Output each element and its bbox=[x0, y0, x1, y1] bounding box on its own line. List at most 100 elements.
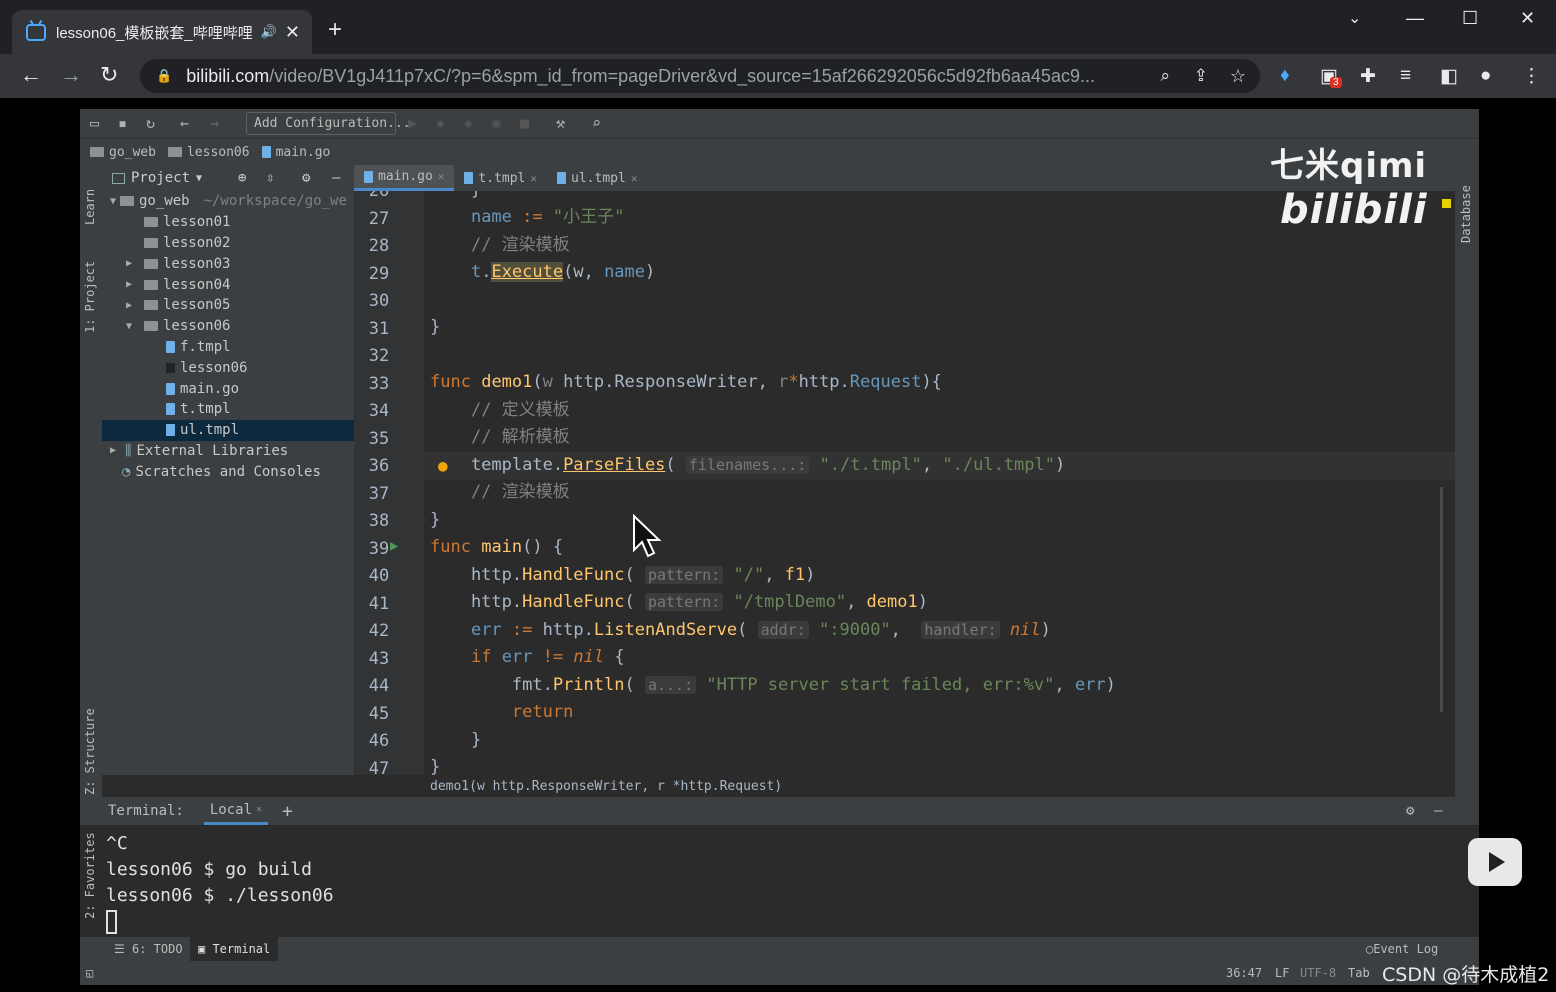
bilibili-play-icon[interactable] bbox=[1468, 838, 1522, 886]
line-separator[interactable]: LF bbox=[1275, 966, 1289, 980]
zoom-icon[interactable]: ⌕ bbox=[1160, 66, 1170, 86]
open-folder-icon[interactable]: ▭ bbox=[90, 114, 99, 132]
profile-icon[interactable]: ◉ bbox=[492, 114, 501, 132]
encoding[interactable]: UTF-8 bbox=[1300, 966, 1336, 980]
reload-icon[interactable]: ↻ bbox=[100, 62, 118, 88]
tree-item[interactable]: ▶ lesson03 bbox=[102, 253, 354, 274]
terminal-caret bbox=[106, 909, 334, 935]
terminal-panel[interactable]: Terminal: Local ✕ + ⚙ — 2: Favorites ^C le… bbox=[80, 797, 1479, 935]
breadcrumb-item[interactable]: main.go bbox=[261, 145, 330, 160]
hide-panel-icon[interactable]: — bbox=[1434, 803, 1442, 819]
ide-toolbar: ▭ ▪ ↻ ← → Add Configuration... ▶ ✹ ◈ ◉ ■… bbox=[80, 109, 1479, 139]
terminal-output[interactable]: ^C lesson06 $ go build lesson06 $ ./lesson… bbox=[106, 831, 334, 935]
library-icon: ⫼ bbox=[125, 442, 132, 459]
tree-item[interactable]: ▶ lesson04 bbox=[102, 274, 354, 295]
code-editor[interactable]: main.go ✕ t.tmpl ✕ ul.tmpl ✕ 26 27 28 29 30 31 32… bbox=[354, 165, 1455, 785]
tree-root[interactable]: ▼ go_web ~/workspace/go_we bbox=[102, 191, 354, 212]
stop-icon[interactable]: ■ bbox=[520, 114, 529, 132]
back-icon[interactable]: ← bbox=[20, 62, 42, 88]
add-terminal-icon[interactable]: + bbox=[282, 801, 293, 822]
coverage-icon[interactable]: ◈ bbox=[464, 114, 473, 132]
close-tab-icon[interactable]: ✕ bbox=[285, 22, 300, 43]
run-icon[interactable]: ▶ bbox=[408, 114, 417, 132]
code-area[interactable]: } name := "小王子" // 渲染模板 t.Execute(w, nam… bbox=[424, 191, 1455, 785]
tab-t-tmpl[interactable]: t.tmpl ✕ bbox=[454, 165, 547, 191]
close-icon[interactable]: ✕ bbox=[530, 172, 537, 185]
tree-item[interactable]: lesson06 bbox=[102, 357, 354, 378]
forward-icon[interactable]: → bbox=[60, 62, 82, 88]
line-number: 31 bbox=[368, 318, 390, 339]
close-window-icon[interactable]: ✕ bbox=[1520, 8, 1535, 29]
nav-forward-icon[interactable]: → bbox=[210, 114, 219, 132]
url-text[interactable]: bilibili.com/video/BV1gJ411p7xC/?p=6&spm… bbox=[186, 66, 1146, 87]
nav-back-icon[interactable]: ← bbox=[180, 114, 189, 132]
puzzle-icon[interactable]: ✚ bbox=[1360, 65, 1376, 88]
terminal-tab-local[interactable]: Local ✕ bbox=[203, 797, 269, 825]
lock-icon[interactable]: 🔒 bbox=[156, 68, 172, 84]
menu-kebab-icon[interactable]: ⋮ bbox=[1522, 65, 1541, 88]
sync-icon[interactable]: ↻ bbox=[146, 114, 155, 132]
chevron-down-icon[interactable]: ▼ bbox=[196, 173, 202, 184]
left-tool-strip: Learn 1: Project Z: Structure bbox=[80, 165, 102, 805]
tab-main-go[interactable]: main.go ✕ bbox=[354, 165, 455, 191]
add-configuration-button[interactable]: Add Configuration... bbox=[246, 112, 411, 135]
bottom-tool-tabs: ☰ 6: TODO ▣ Terminal ◯Event Log bbox=[80, 937, 1479, 961]
tree-item[interactable]: ▶ lesson05 bbox=[102, 295, 354, 316]
wrench-icon[interactable]: ⚒ bbox=[556, 114, 565, 132]
scrollbar[interactable] bbox=[1440, 487, 1443, 712]
maximize-icon[interactable]: ☐ bbox=[1462, 8, 1478, 29]
event-log-tab[interactable]: ◯Event Log bbox=[1366, 942, 1438, 956]
browser-tab[interactable]: lesson06_模板嵌套_哔哩哔哩 🔊 ✕ bbox=[12, 10, 312, 54]
tree-item[interactable]: ▶ ⫼ External Libraries bbox=[102, 441, 354, 462]
extension-icon[interactable]: ▣ 3 bbox=[1320, 65, 1342, 88]
debug-icon[interactable]: ✹ bbox=[436, 114, 445, 132]
close-icon[interactable]: ✕ bbox=[438, 170, 445, 183]
project-tool-tab[interactable]: 1: Project bbox=[83, 261, 97, 333]
close-icon[interactable]: ✕ bbox=[631, 172, 638, 185]
speaker-icon[interactable]: 🔊 bbox=[261, 24, 277, 40]
browser-tab-strip: lesson06_模板嵌套_哔哩哔哩 🔊 ✕ + ⌄ — ☐ ✕ bbox=[0, 0, 1556, 54]
breadcrumb-item[interactable]: go_web bbox=[90, 145, 156, 160]
project-title[interactable]: Project bbox=[131, 170, 190, 186]
project-panel-header: Project ▼ ⊕ ⇳ ⚙ — bbox=[102, 165, 354, 191]
learn-tool-tab[interactable]: Learn bbox=[83, 189, 97, 225]
side-panel-icon[interactable]: ◧ bbox=[1440, 65, 1458, 88]
tree-item-selected[interactable]: ul.tmpl bbox=[102, 419, 354, 441]
tree-item[interactable]: ▼ lesson06 bbox=[102, 316, 354, 337]
tree-item[interactable]: f.tmpl bbox=[102, 337, 354, 358]
go-file-icon bbox=[261, 146, 271, 158]
collapse-icon[interactable]: ⇳ bbox=[266, 170, 274, 186]
new-tab-button[interactable]: + bbox=[328, 16, 342, 44]
tab-ul-tmpl[interactable]: ul.tmpl ✕ bbox=[547, 165, 647, 191]
share-icon[interactable]: ⇪ bbox=[1194, 66, 1208, 86]
run-gutter-icon[interactable]: ▶ bbox=[390, 538, 398, 554]
indent[interactable]: Tab bbox=[1348, 966, 1370, 980]
caret-position[interactable]: 36:47 bbox=[1226, 966, 1262, 980]
terminal-tab[interactable]: ▣ Terminal bbox=[190, 937, 279, 961]
bookmark-star-icon[interactable]: ☆ bbox=[1230, 66, 1246, 87]
hide-panel-icon[interactable]: — bbox=[332, 170, 340, 186]
gear-icon[interactable]: ⚙ bbox=[1406, 803, 1414, 819]
todo-tab[interactable]: ☰ 6: TODO bbox=[114, 942, 183, 956]
tab-search-chevron-icon[interactable]: ⌄ bbox=[1348, 8, 1361, 28]
gear-icon[interactable]: ⚙ bbox=[302, 170, 310, 186]
save-icon[interactable]: ▪ bbox=[118, 114, 127, 132]
locate-icon[interactable]: ⊕ bbox=[238, 170, 246, 186]
breadcrumb-item[interactable]: lesson06 bbox=[167, 145, 250, 160]
extension-shield-icon[interactable]: ♦ bbox=[1280, 65, 1290, 87]
close-icon[interactable]: ✕ bbox=[256, 804, 262, 815]
favorites-tool-tab[interactable]: 2: Favorites bbox=[83, 832, 97, 919]
tree-item[interactable]: ◔ Scratches and Consoles bbox=[102, 461, 354, 482]
address-bar[interactable]: 🔒 bilibili.com/video/BV1gJ411p7xC/?p=6&s… bbox=[140, 59, 1260, 93]
toggle-tool-windows-icon[interactable]: ◱ bbox=[86, 966, 93, 980]
reading-list-icon[interactable]: ≡ bbox=[1400, 65, 1411, 87]
tree-item[interactable]: lesson01 bbox=[102, 212, 354, 233]
search-icon[interactable]: ⌕ bbox=[592, 114, 601, 132]
tree-item[interactable]: lesson02 bbox=[102, 233, 354, 254]
structure-tool-tab[interactable]: Z: Structure bbox=[83, 708, 97, 795]
lightbulb-icon[interactable]: ● bbox=[438, 456, 448, 475]
tree-item[interactable]: t.tmpl bbox=[102, 399, 354, 420]
tree-item[interactable]: main.go bbox=[102, 378, 354, 399]
profile-avatar-icon[interactable]: ● bbox=[1480, 65, 1491, 87]
minimize-icon[interactable]: — bbox=[1406, 8, 1424, 29]
